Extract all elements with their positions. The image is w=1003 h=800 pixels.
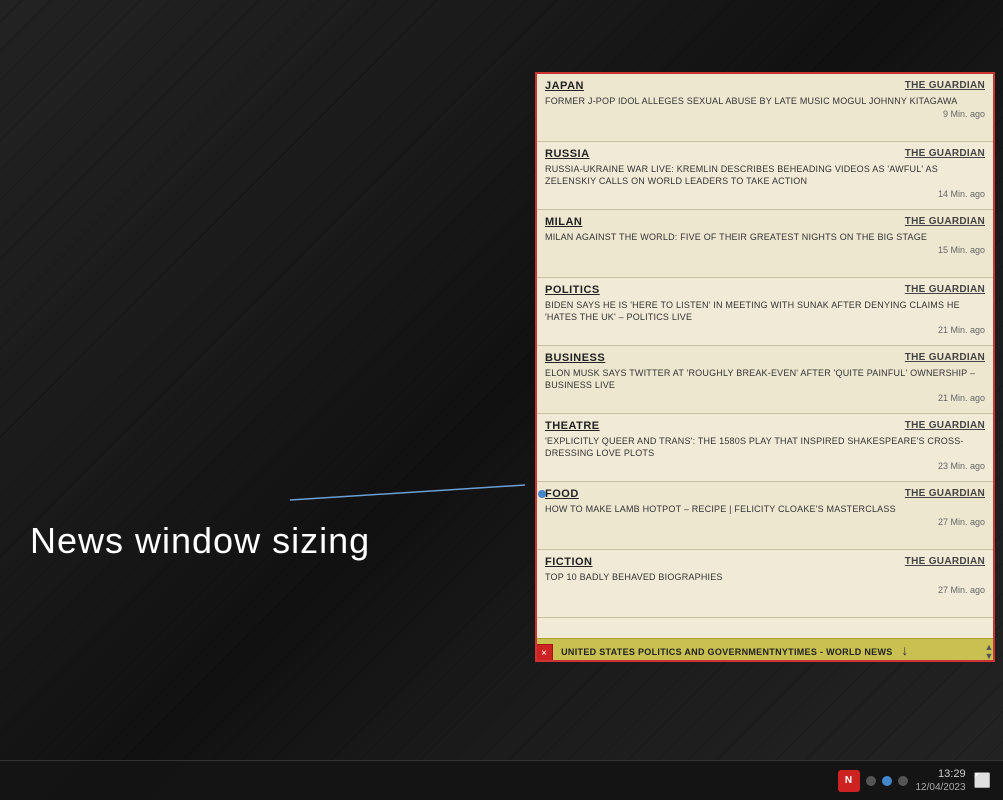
- news-headline: HOW TO MAKE LAMB HOTPOT – RECIPE | FELIC…: [545, 503, 985, 515]
- news-source: THE GUARDIAN: [905, 216, 985, 227]
- news-list: JAPAN THE GUARDIAN FORMER J-POP IDOL ALL…: [537, 74, 993, 638]
- news-item[interactable]: JAPAN THE GUARDIAN FORMER J-POP IDOL ALL…: [537, 74, 993, 142]
- taskbar-icons: N: [838, 770, 908, 792]
- page-title: News window sizing: [30, 520, 370, 562]
- news-item[interactable]: RUSSIA THE GUARDIAN RUSSIA-UKRAINE WAR L…: [537, 142, 993, 210]
- notification-icon[interactable]: ⬜: [974, 772, 991, 789]
- news-headline: RUSSIA-UKRAINE WAR LIVE: KREMLIN DESCRIB…: [545, 163, 985, 187]
- resize-handle[interactable]: ▲ ▼: [983, 642, 995, 662]
- news-source: THE GUARDIAN: [905, 148, 985, 159]
- news-time: 21 Min. ago: [545, 393, 985, 403]
- taskbar-dot-2: [882, 776, 892, 786]
- taskbar-dot-1: [866, 776, 876, 786]
- news-source: THE GUARDIAN: [905, 556, 985, 567]
- taskbar-clock: 13:29 12/04/2023: [916, 767, 966, 794]
- news-category: FOOD: [545, 488, 579, 500]
- news-reader-icon[interactable]: N: [838, 770, 860, 792]
- news-item[interactable]: THEATRE THE GUARDIAN 'EXPLICITLY QUEER A…: [537, 414, 993, 482]
- news-source: THE GUARDIAN: [905, 488, 985, 499]
- news-source: THE GUARDIAN: [905, 352, 985, 363]
- close-button[interactable]: ×: [535, 644, 553, 662]
- news-category: BUSINESS: [545, 352, 605, 364]
- news-source: THE GUARDIAN: [905, 284, 985, 295]
- taskbar-dot-3: [898, 776, 908, 786]
- news-headline: TOP 10 BADLY BEHAVED BIOGRAPHIES: [545, 571, 985, 583]
- news-item[interactable]: FOOD THE GUARDIAN HOW TO MAKE LAMB HOTPO…: [537, 482, 993, 550]
- news-category: FICTION: [545, 556, 593, 568]
- news-headline: MILAN AGAINST THE WORLD: FIVE OF THEIR G…: [545, 231, 985, 243]
- news-time: 23 Min. ago: [545, 461, 985, 471]
- ticker-text: UNITED STATES POLITICS AND GOVERNMENTNYT…: [561, 647, 892, 657]
- news-category: RUSSIA: [545, 148, 590, 160]
- news-item[interactable]: POLITICS THE GUARDIAN BIDEN SAYS HE IS '…: [537, 278, 993, 346]
- news-headline: 'EXPLICITLY QUEER AND TRANS': THE 1580S …: [545, 435, 985, 459]
- news-category: THEATRE: [545, 420, 600, 432]
- scroll-indicator: [538, 490, 546, 498]
- news-time: 15 Min. ago: [545, 245, 985, 255]
- news-category: MILAN: [545, 216, 582, 228]
- news-category: JAPAN: [545, 80, 584, 92]
- news-source: THE GUARDIAN: [905, 80, 985, 91]
- news-source: THE GUARDIAN: [905, 420, 985, 431]
- news-item[interactable]: FICTION THE GUARDIAN TOP 10 BADLY BEHAVE…: [537, 550, 993, 618]
- news-headline: BIDEN SAYS HE IS 'HERE TO LISTEN' IN MEE…: [545, 299, 985, 323]
- news-time: 27 Min. ago: [545, 585, 985, 595]
- news-time: 14 Min. ago: [545, 189, 985, 199]
- news-headline: FORMER J-POP IDOL ALLEGES SEXUAL ABUSE B…: [545, 95, 985, 107]
- news-time: 9 Min. ago: [545, 109, 985, 119]
- news-time: 27 Min. ago: [545, 517, 985, 527]
- news-item[interactable]: MILAN THE GUARDIAN MILAN AGAINST THE WOR…: [537, 210, 993, 278]
- news-item[interactable]: BUSINESS THE GUARDIAN ELON MUSK SAYS TWI…: [537, 346, 993, 414]
- news-category: POLITICS: [545, 284, 600, 296]
- news-time: 21 Min. ago: [545, 325, 985, 335]
- bottom-ticker: ↑ UNITED STATES POLITICS AND GOVERNMENTN…: [537, 638, 993, 660]
- news-window: NEWS × JAPAN THE GUARDIAN FORMER J-POP I…: [535, 72, 995, 662]
- news-headline: ELON MUSK SAYS TWITTER AT 'ROUGHLY BREAK…: [545, 367, 985, 391]
- taskbar: N 13:29 12/04/2023 ⬜: [0, 760, 1003, 800]
